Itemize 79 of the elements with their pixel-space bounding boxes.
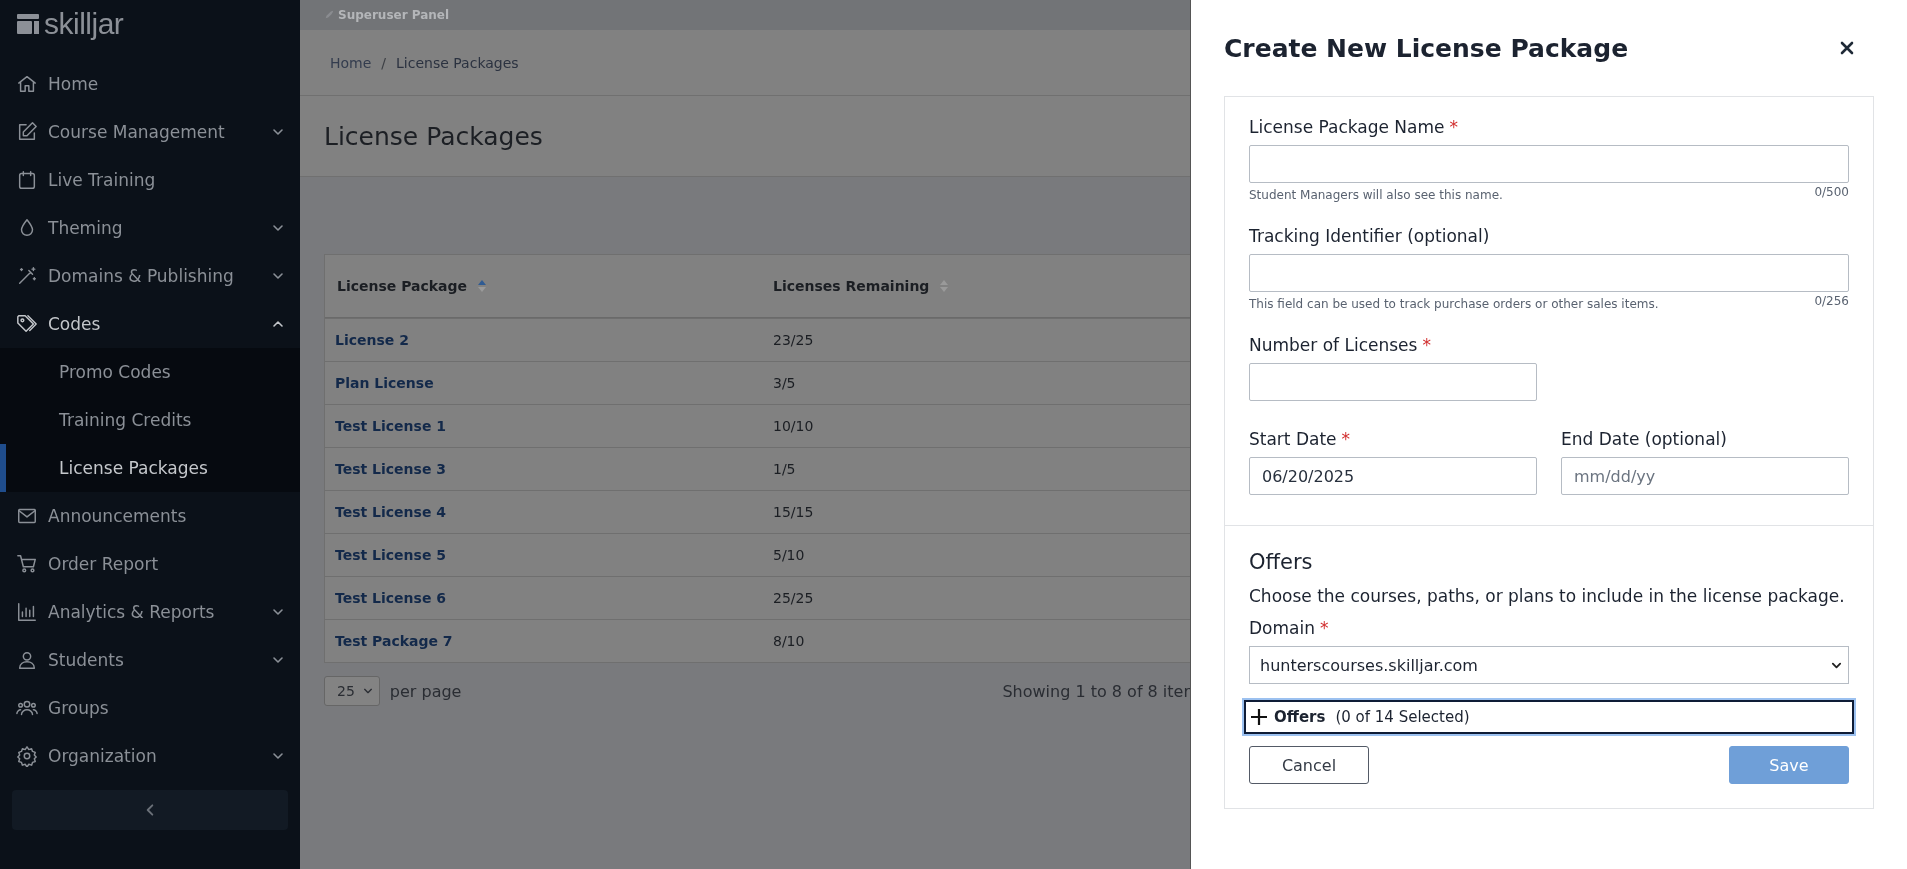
table-cell: 25/25 [773, 590, 814, 606]
table-cell: 8/10 [773, 633, 805, 649]
package-link[interactable]: Test License 5 [325, 547, 773, 563]
table-cell: 23/25 [773, 332, 814, 348]
per-page-select[interactable]: 25 [324, 676, 380, 706]
breadcrumb-separator: / [381, 54, 387, 71]
table-cell: 15/15 [773, 504, 814, 520]
submenu-item[interactable]: Promo Codes [0, 348, 300, 396]
date-field[interactable]: 06/20/2025 [1249, 457, 1537, 495]
sidebar-item[interactable]: Live Training [0, 156, 300, 204]
logo-icon [16, 12, 40, 36]
gear-icon [16, 745, 38, 767]
package-link[interactable]: License 2 [325, 332, 773, 348]
field-label: Domain [1249, 618, 1315, 638]
input-field[interactable] [1249, 363, 1537, 401]
sidebar-item[interactable]: Theming [0, 204, 300, 252]
sidebar-item[interactable]: Analytics & Reports [0, 588, 300, 636]
table-cell: 10/10 [773, 418, 814, 434]
cancel-button[interactable]: Cancel [1249, 746, 1369, 784]
table-cell: 1/5 [773, 461, 796, 477]
sidebar-item[interactable]: Codes [0, 300, 300, 348]
package-link[interactable]: Test License 3 [325, 461, 773, 477]
package-link[interactable]: Test Package 7 [325, 633, 773, 649]
date-field[interactable]: mm/dd/yy [1561, 457, 1849, 495]
person-icon [16, 649, 38, 671]
field-hint: Student Managers will also see this name. [1249, 188, 1503, 202]
section-description: Choose the courses, paths, or plans to include in the license package. [1249, 586, 1846, 606]
sidebar-item[interactable]: Students [0, 636, 300, 684]
input-field[interactable] [1249, 254, 1849, 292]
column-header[interactable]: Licenses Remaining [773, 278, 950, 294]
superuser-label: Superuser Panel [338, 8, 450, 22]
table-cell: 5/10 [773, 547, 805, 563]
caret-icon [362, 686, 373, 696]
required-marker: * [1319, 618, 1329, 638]
sidebar-item[interactable]: Home [0, 60, 300, 108]
field-label: License Package Name [1249, 117, 1445, 137]
page-title: License Packages [324, 121, 543, 151]
field-hint: This field can be used to track purchase orders or other sales items. [1249, 297, 1659, 311]
input-field[interactable] [1249, 145, 1849, 183]
required-marker: * [1422, 335, 1431, 355]
table-cell: 3/5 [773, 375, 796, 391]
cart-icon [16, 553, 38, 575]
offers-toggle[interactable]: Offers (0 of 14 Selected) [1244, 700, 1854, 734]
sidebar-item[interactable]: Course Management [0, 108, 300, 156]
package-link[interactable]: Plan License [325, 375, 773, 391]
field-label: Number of Licenses [1249, 335, 1418, 355]
breadcrumb-current: License Packages [396, 54, 519, 71]
plus-icon [1250, 708, 1268, 726]
logo-wordmark: skilljar [44, 7, 124, 41]
house-icon [16, 73, 38, 95]
drawer-title: Create New License Package [1224, 33, 1629, 63]
package-link[interactable]: Test License 4 [325, 504, 773, 520]
character-counter: 0/256 [1814, 294, 1849, 310]
column-header[interactable]: License Package [325, 278, 773, 294]
sidebar-item[interactable]: Organization [0, 732, 300, 780]
per-page-label: per page [389, 681, 462, 701]
field-label: End Date (optional) [1561, 429, 1727, 449]
field-label: Tracking Identifier (optional) [1249, 226, 1490, 246]
tags-icon [16, 313, 38, 335]
close-icon [1840, 41, 1854, 55]
pagination-summary: Showing 1 to 8 of 8 iter [1002, 681, 1190, 701]
section-heading: Offers [1249, 550, 1314, 574]
magic-wand-icon [16, 265, 38, 287]
submenu-item[interactable]: Training Credits [0, 396, 300, 444]
sidebar-item[interactable]: Domains & Publishing [0, 252, 300, 300]
sidebar-item[interactable]: Groups [0, 684, 300, 732]
package-link[interactable]: Test License 1 [325, 418, 773, 434]
sidebar-item[interactable]: Order Report [0, 540, 300, 588]
required-marker: * [1341, 429, 1351, 449]
package-link[interactable]: Test License 6 [325, 590, 773, 606]
collapse-button[interactable] [12, 790, 288, 830]
calendar-icon [16, 169, 38, 191]
character-counter: 0/500 [1814, 185, 1849, 201]
pencil-square-icon [16, 121, 38, 143]
sidebar-item[interactable]: Announcements [0, 492, 300, 540]
bar-chart-icon [16, 601, 38, 623]
required-marker: * [1449, 117, 1459, 137]
domain-select[interactable]: hunterscourses.skilljar.com [1249, 646, 1849, 684]
field-label: Start Date [1249, 429, 1337, 449]
